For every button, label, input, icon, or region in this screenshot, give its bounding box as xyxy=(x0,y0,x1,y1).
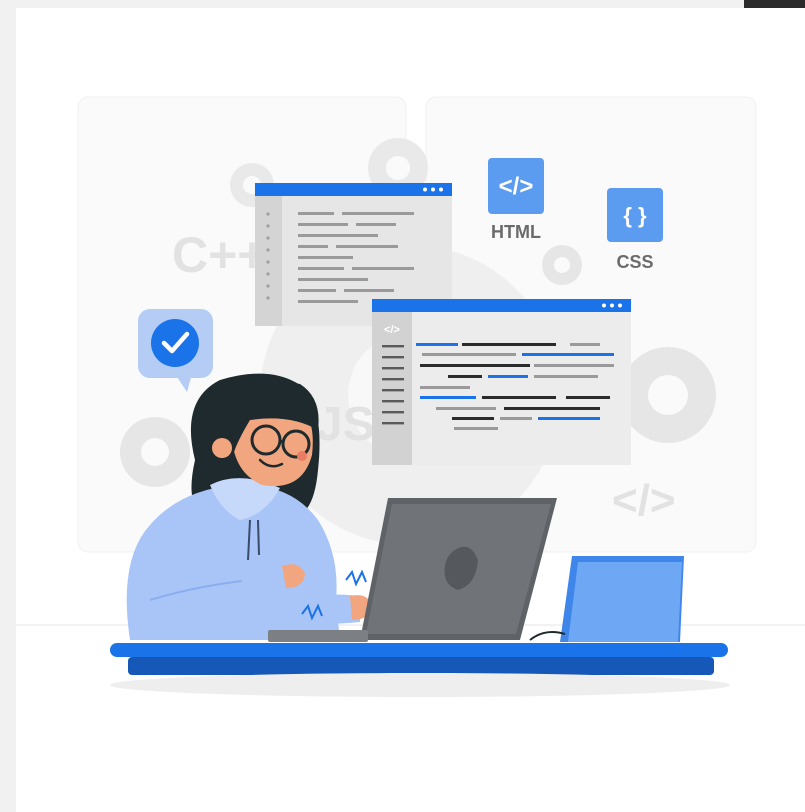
css-badge-glyph: { } xyxy=(623,203,647,228)
cpp-background-text: C++ xyxy=(172,227,267,283)
html-label: HTML xyxy=(491,222,541,242)
tag-background-text: </> xyxy=(612,476,676,525)
tablet xyxy=(529,556,684,642)
front-code-window: </> xyxy=(372,299,631,465)
developer-illustration: C++ JS </> </> HTML { } CSS </> xyxy=(16,96,805,697)
css-label: CSS xyxy=(616,252,653,272)
check-icon xyxy=(151,319,199,367)
desk xyxy=(110,643,728,657)
code-window-glyph: </> xyxy=(384,324,400,336)
js-background-text: JS xyxy=(316,398,375,451)
html-badge-glyph: </> xyxy=(499,173,534,200)
